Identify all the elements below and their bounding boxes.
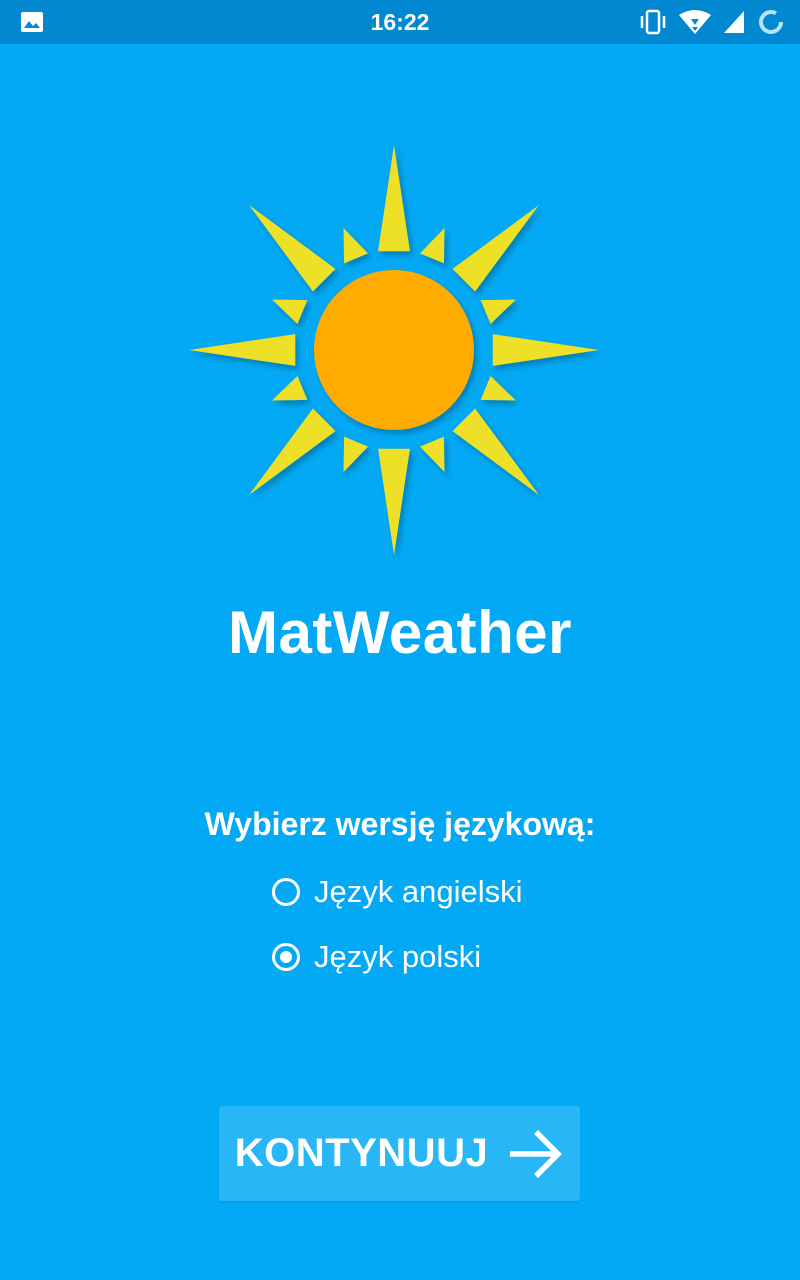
sun-ray bbox=[249, 408, 336, 495]
sun-ray bbox=[480, 299, 516, 325]
sun-ray bbox=[452, 205, 539, 292]
sun-ray bbox=[492, 334, 599, 366]
sun-icon bbox=[189, 145, 599, 555]
sun-ray bbox=[189, 334, 296, 366]
sync-icon bbox=[759, 10, 783, 34]
status-bar: 16:22 bbox=[0, 0, 800, 44]
sun-ray bbox=[343, 436, 369, 472]
sun-ray bbox=[480, 375, 516, 401]
arrow-right-icon bbox=[510, 1129, 563, 1178]
wifi-icon bbox=[679, 10, 711, 34]
language-prompt: Wybierz wersję językową: bbox=[204, 806, 596, 842]
sun-ray bbox=[378, 145, 410, 252]
sun-ray bbox=[378, 448, 410, 555]
sun-ray bbox=[452, 408, 539, 495]
app-title: MatWeather bbox=[228, 599, 572, 666]
radio-label-english: Język angielski bbox=[314, 874, 523, 909]
continue-button-label: KONTYNUUJ bbox=[234, 1131, 489, 1175]
sun-ray bbox=[272, 375, 308, 401]
radio-button-polish[interactable] bbox=[272, 943, 300, 971]
vibrate-icon bbox=[640, 9, 666, 35]
signal-icon bbox=[724, 11, 744, 33]
continue-button[interactable]: KONTYNUUJ bbox=[219, 1106, 580, 1201]
sun-ray bbox=[419, 436, 445, 472]
sun-ray bbox=[249, 205, 336, 292]
sun-ray bbox=[419, 228, 445, 264]
radio-button-english[interactable] bbox=[272, 878, 300, 906]
radio-option-polish[interactable]: Język polski bbox=[272, 937, 481, 977]
sun-ray bbox=[272, 299, 308, 325]
radio-label-polish: Język polski bbox=[314, 939, 482, 974]
sun-ray bbox=[343, 228, 369, 264]
radio-option-english[interactable]: Język angielski bbox=[272, 872, 522, 912]
